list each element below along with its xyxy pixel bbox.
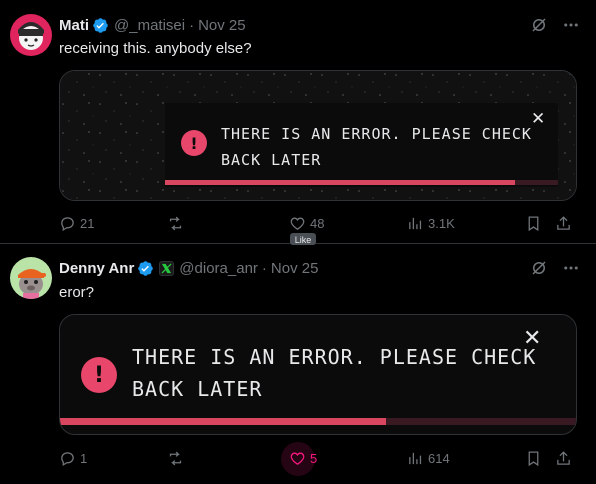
error-dialog: ! THERE IS AN ERROR. PLEASE CHECK BACK L… [165, 103, 558, 187]
verified-badge-icon [137, 260, 154, 277]
tweet-header: Mati @_matisei · Nov 25 [59, 15, 246, 35]
error-alert-icon: ! [81, 357, 117, 393]
repost-icon [169, 451, 182, 465]
reply-icon [61, 451, 74, 466]
share-icon [557, 215, 570, 230]
tweet-date[interactable]: Nov 25 [198, 17, 246, 34]
bookmark-icon [528, 215, 539, 231]
like-icon [290, 217, 305, 230]
tweet-header: Denny Anr @diora_anr · Nov 25 [59, 258, 318, 278]
error-dialog: ! THERE IS AN ERROR. PLEASE CHECK BACK L… [60, 315, 576, 434]
tweet-text: receiving this. anybody else? [59, 40, 252, 57]
error-line-2: BACK LATER [221, 151, 322, 169]
views-count: 3.1K [428, 215, 455, 231]
grok-icon[interactable] [530, 16, 548, 34]
tweet-actions: 21 48 3.1K [59, 211, 580, 235]
reply-count: 21 [80, 215, 95, 231]
progress-fill [60, 418, 387, 425]
bookmark-button[interactable] [525, 450, 555, 467]
avatar[interactable] [10, 14, 52, 56]
share-icon [557, 450, 570, 465]
like-button[interactable]: 48 [289, 215, 407, 232]
views-button[interactable]: 3.1K [407, 215, 525, 232]
like-button[interactable]: 5 [281, 441, 407, 476]
share-button[interactable] [555, 215, 575, 232]
affiliate-badge-icon[interactable] [159, 260, 175, 276]
share-button[interactable] [555, 450, 575, 467]
more-icon[interactable] [562, 16, 580, 34]
tweet-mati[interactable]: Mati @_matisei · Nov 25 receiving this. … [0, 0, 596, 244]
repost-button[interactable] [167, 215, 289, 232]
avatar[interactable] [10, 257, 52, 299]
separator-dot: · [189, 16, 195, 34]
tweet-top-icons [530, 259, 580, 277]
display-name[interactable]: Mati [59, 17, 89, 34]
user-handle[interactable]: @diora_anr [179, 260, 258, 277]
tweet-top-icons [530, 16, 580, 34]
like-count: 48 [310, 215, 325, 231]
close-icon: ✕ [523, 326, 542, 351]
bookmark-button[interactable] [525, 215, 555, 232]
like-hover-wrap: 5 [281, 441, 318, 476]
verified-badge-icon [92, 17, 109, 34]
tweet-denny[interactable]: Denny Anr @diora_anr · Nov 25 eror? ! TH… [0, 245, 596, 484]
reply-icon [61, 216, 74, 231]
reply-button[interactable]: 1 [59, 450, 167, 467]
views-icon [409, 452, 422, 464]
tweet-text: eror? [59, 284, 95, 301]
like-count: 5 [310, 450, 318, 466]
error-line-1: THERE IS AN ERROR. PLEASE CHECK [221, 125, 532, 143]
grok-icon[interactable] [530, 259, 548, 277]
bookmark-icon [528, 450, 539, 466]
error-message: THERE IS AN ERROR. PLEASE CHECK BACK LAT… [132, 341, 536, 405]
error-alert-icon: ! [181, 130, 207, 156]
reply-count: 1 [80, 450, 88, 466]
progress-fill [165, 180, 515, 185]
error-message: THERE IS AN ERROR. PLEASE CHECK BACK LAT… [221, 121, 532, 173]
reply-button[interactable]: 21 [59, 215, 167, 232]
like-icon [290, 452, 305, 465]
separator-dot: · [261, 259, 267, 277]
display-name[interactable]: Denny Anr [59, 260, 134, 277]
views-count: 614 [428, 450, 450, 466]
like-tooltip: Like [290, 233, 316, 245]
user-handle[interactable]: @_matisei [114, 17, 185, 34]
repost-button[interactable] [167, 450, 289, 467]
views-icon [409, 217, 422, 229]
error-line-2: BACK LATER [132, 377, 263, 401]
tweet-actions: 1 5 614 [59, 441, 580, 476]
repost-icon [169, 216, 182, 230]
error-line-1: THERE IS AN ERROR. PLEASE CHECK [132, 345, 537, 369]
more-icon[interactable] [562, 259, 580, 277]
tweet-image[interactable]: ! THERE IS AN ERROR. PLEASE CHECK BACK L… [59, 314, 577, 435]
tweet-date[interactable]: Nov 25 [271, 260, 319, 277]
progress-bar [60, 418, 576, 425]
progress-bar [165, 180, 558, 185]
views-button[interactable]: 614 [407, 450, 525, 467]
close-icon: ✕ [531, 109, 546, 129]
tweet-image[interactable]: ! THERE IS AN ERROR. PLEASE CHECK BACK L… [59, 70, 577, 201]
